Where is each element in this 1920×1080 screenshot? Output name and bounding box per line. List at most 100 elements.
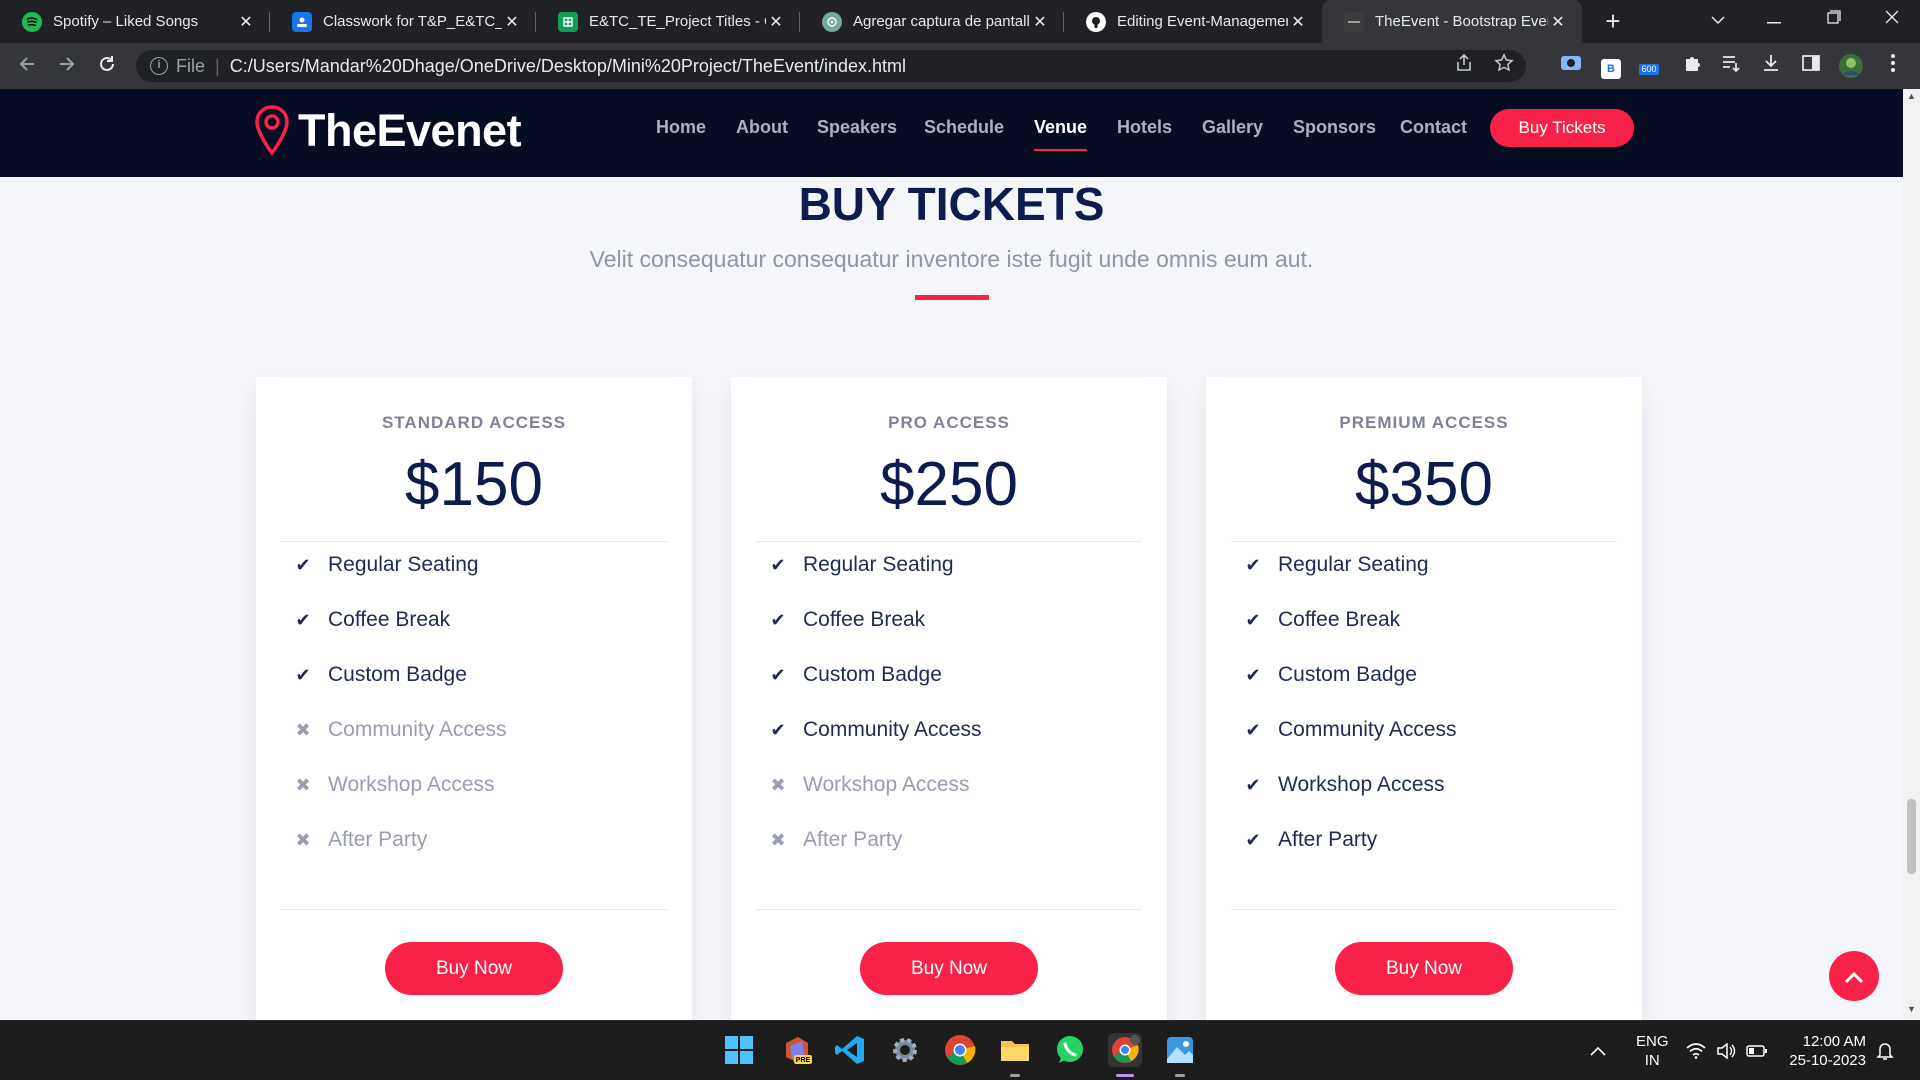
feature-item: ✔ Custom Badge — [1244, 663, 1416, 687]
site-header: TheEvenet Home About Speakers Schedule V… — [0, 89, 1903, 177]
photos-icon[interactable] — [1163, 1033, 1197, 1067]
ticket-price: $150 — [405, 450, 543, 519]
tab-search-icon[interactable] — [1690, 0, 1746, 43]
counter-extension-icon[interactable]: 600 — [1636, 53, 1662, 79]
feature-label: Coffee Break — [328, 608, 451, 631]
url-text: C:/Users/Mandar%20Dhage/OneDrive/Desktop… — [229, 55, 907, 76]
minimize-icon[interactable] — [1746, 0, 1802, 43]
bookmark-star-icon[interactable] — [1494, 53, 1514, 79]
region-code: IN — [1644, 1052, 1660, 1069]
clock-date: 25-10-2023 — [1789, 1052, 1866, 1069]
feature-label: Regular Seating — [328, 553, 479, 576]
ticket-card-pro: PRO ACCESS $250 ✔ Regular Seating ✔ Coffee… — [731, 377, 1167, 1020]
window-close-icon[interactable] — [1864, 0, 1920, 43]
ticket-price: $250 — [880, 450, 1018, 519]
restore-icon[interactable] — [1806, 0, 1862, 43]
reading-list-icon[interactable] — [1718, 53, 1744, 79]
download-icon[interactable] — [1758, 53, 1784, 79]
tab-sheets[interactable]: E&TC_TE_Project Titles - Go ✕ — [536, 0, 800, 43]
feature-label: Workshop Access — [328, 773, 495, 796]
wifi-icon[interactable] — [1686, 1021, 1706, 1080]
reload-button[interactable] — [92, 51, 122, 81]
address-bar[interactable]: i File | C:/Users/Mandar%20Dhage/OneDriv… — [136, 50, 1526, 82]
scroll-down-arrow-icon[interactable]: ▼ — [1903, 1004, 1920, 1014]
windows-taskbar: PRE ENG IN 12:00 AM 25-10-2023 — [0, 1020, 1920, 1080]
side-panel-icon[interactable] — [1798, 53, 1824, 79]
clock[interactable]: 12:00 AM 25-10-2023 — [1786, 1021, 1866, 1080]
nav-about[interactable]: About — [736, 117, 788, 138]
feature-item: ✔ After Party — [1244, 828, 1377, 852]
buy-now-button[interactable]: Buy Now — [385, 942, 563, 995]
tab-spotify[interactable]: Spotify – Liked Songs ✕ — [0, 0, 270, 43]
language-indicator[interactable]: ENG IN — [1636, 1021, 1669, 1080]
site-info-icon[interactable]: i — [150, 57, 168, 75]
nav-hotels[interactable]: Hotels — [1117, 117, 1172, 138]
ticket-card-premium: PREMIUM ACCESS $350 ✔ Regular Seating ✔ Co… — [1206, 377, 1642, 1020]
tab-chatgpt[interactable]: Agregar captura de pantall ✕ — [800, 0, 1064, 43]
windows-start-icon[interactable] — [722, 1033, 756, 1067]
battery-icon[interactable] — [1746, 1021, 1768, 1080]
browser-toolbar: i File | C:/Users/Mandar%20Dhage/OneDriv… — [0, 43, 1920, 89]
close-tab-icon[interactable]: ✕ — [1288, 12, 1308, 32]
check-icon: ✔ — [1245, 609, 1261, 630]
nav-schedule[interactable]: Schedule — [924, 117, 1004, 138]
close-tab-icon[interactable]: ✕ — [236, 12, 256, 32]
tab-github[interactable]: Editing Event-Managemen ✕ — [1064, 0, 1322, 43]
nav-home[interactable]: Home — [656, 117, 706, 138]
logo-text: TheEvenet — [298, 105, 522, 156]
show-hidden-icons[interactable] — [1590, 1021, 1606, 1080]
share-icon[interactable] — [1454, 53, 1474, 79]
feature-item: ✔ Workshop Access — [1244, 773, 1445, 797]
feature-label: Workshop Access — [1278, 773, 1445, 796]
scroll-up-arrow-icon[interactable]: ▲ — [1903, 91, 1920, 101]
close-tab-icon[interactable]: ✕ — [1030, 12, 1050, 32]
settings-icon[interactable] — [888, 1033, 922, 1067]
new-tab-button[interactable]: + — [1598, 6, 1628, 36]
chrome-profile-icon[interactable] — [1108, 1033, 1142, 1067]
close-tab-icon[interactable]: ✕ — [502, 12, 522, 32]
map-pin-icon — [255, 105, 289, 156]
tab-theevent[interactable]: TheEvent - Bootstrap Even ✕ — [1322, 0, 1582, 43]
back-button[interactable] — [12, 51, 42, 81]
feature-label: Workshop Access — [803, 773, 970, 796]
close-tab-icon[interactable]: ✕ — [766, 12, 786, 32]
forward-button[interactable] — [52, 51, 82, 81]
feature-label: Regular Seating — [1278, 553, 1429, 576]
close-tab-icon[interactable]: ✕ — [1548, 12, 1568, 32]
ticket-tier: STANDARD ACCESS — [381, 413, 567, 432]
check-icon: ✔ — [1245, 664, 1261, 685]
profile-avatar[interactable] — [1838, 53, 1864, 79]
nav-contact[interactable]: Contact — [1400, 117, 1467, 138]
tab-title: Classwork for T&P_E&TC_2 — [323, 13, 502, 30]
cross-icon: ✖ — [770, 829, 786, 850]
office-pre-icon[interactable]: PRE — [780, 1033, 814, 1067]
browser-tab-strip: Spotify – Liked Songs ✕ Classwork for T&… — [0, 0, 1920, 43]
chrome-icon[interactable] — [943, 1033, 977, 1067]
scrollbar-thumb[interactable] — [1907, 799, 1916, 874]
extensions-puzzle-icon[interactable] — [1680, 53, 1706, 79]
nav-sponsors[interactable]: Sponsors — [1293, 117, 1376, 138]
check-icon: ✔ — [770, 719, 786, 740]
page-scrollbar[interactable]: ▲ ▼ — [1903, 89, 1920, 1020]
browser-menu-icon[interactable] — [1880, 53, 1906, 79]
nav-gallery[interactable]: Gallery — [1202, 117, 1263, 138]
classroom-icon — [292, 11, 312, 32]
tab-classroom[interactable]: Classwork for T&P_E&TC_2 ✕ — [270, 0, 536, 43]
vscode-icon[interactable] — [833, 1033, 867, 1067]
buy-tickets-button[interactable]: Buy Tickets — [1490, 109, 1634, 147]
volume-icon[interactable] — [1716, 1021, 1736, 1080]
nav-speakers[interactable]: Speakers — [817, 117, 897, 138]
back-to-top-button[interactable] — [1829, 951, 1879, 1001]
feature-item: ✖ Workshop Access — [769, 773, 970, 797]
site-logo[interactable]: TheEvenet — [254, 105, 522, 157]
ticket-card-standard: STANDARD ACCESS $150 ✔ Regular Seating ✔ C… — [256, 377, 692, 1020]
screen-capture-extension-icon[interactable] — [1558, 53, 1584, 79]
file-explorer-icon[interactable] — [998, 1033, 1032, 1067]
whatsapp-icon[interactable] — [1053, 1033, 1087, 1067]
feature-label: After Party — [328, 828, 428, 851]
buy-now-button[interactable]: Buy Now — [1335, 942, 1513, 995]
nav-venue[interactable]: Venue — [1034, 117, 1088, 151]
notification-bell-icon[interactable] — [1876, 1021, 1894, 1080]
b-extension-icon[interactable]: B — [1598, 53, 1624, 79]
buy-now-button[interactable]: Buy Now — [860, 942, 1038, 995]
